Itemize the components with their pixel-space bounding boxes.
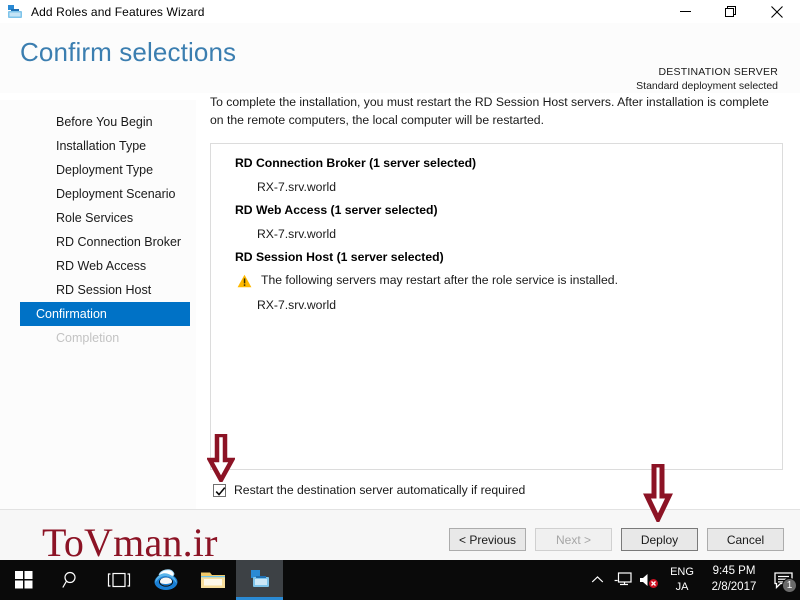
deploy-button[interactable]: Deploy (621, 528, 698, 551)
system-tray: ENG JA 9:45 PM 2/8/2017 1 (584, 560, 800, 600)
windows-taskbar: ENG JA 9:45 PM 2/8/2017 1 (0, 560, 800, 600)
clock-time: 9:45 PM (712, 565, 756, 578)
sidebar-item-completion: Completion (56, 331, 120, 345)
warning-text: The following servers may restart after … (261, 273, 618, 287)
restore-icon[interactable] (708, 0, 754, 23)
clock-date: 2/8/2017 (711, 581, 757, 593)
language-line-2: JA (675, 581, 689, 593)
taskbar-items (0, 560, 283, 600)
file-explorer-button[interactable] (189, 560, 236, 600)
next-button: Next > (535, 528, 612, 551)
destination-server-info: DESTINATION SERVER Standard deployment s… (636, 65, 778, 93)
cancel-button[interactable]: Cancel (707, 528, 784, 551)
sidebar-item-role-services[interactable]: Role Services (20, 206, 190, 230)
group-heading-rd-session-host: RD Session Host (1 server selected) (235, 250, 444, 264)
window-controls (662, 0, 800, 23)
watermark: ToVman.ir (42, 520, 218, 565)
wizard-header: Confirm selections DESTINATION SERVER St… (0, 23, 800, 93)
restart-checkbox-row[interactable]: Restart the destination server automatic… (213, 483, 525, 497)
destination-server-value: Standard deployment selected (636, 80, 778, 93)
restart-checkbox-label: Restart the destination server automatic… (234, 483, 526, 497)
volume-muted-icon[interactable] (636, 560, 662, 600)
window-title: Add Roles and Features Wizard (31, 4, 205, 19)
sidebar-item-rd-connection-broker[interactable]: RD Connection Broker (20, 230, 190, 254)
notification-center-button[interactable]: 1 (766, 560, 800, 600)
destination-server-label: DESTINATION SERVER (658, 66, 778, 78)
server-name: RX-7.srv.world (257, 180, 337, 194)
annotation-arrow-to-deploy-button (643, 462, 673, 527)
selection-summary-box: RD Connection Broker (1 server selected)… (210, 143, 783, 470)
annotation-arrow-to-checkbox (206, 432, 236, 487)
footer-button-row: < Previous Next > Deploy Cancel (449, 528, 784, 551)
add-roles-and-features-wizard-window: Add Roles and Features Wizard Confirm se… (0, 0, 800, 560)
close-icon[interactable] (754, 0, 800, 23)
sidebar-item-rd-session-host[interactable]: RD Session Host (20, 278, 190, 302)
sidebar-item-confirmation[interactable]: Confirmation (20, 302, 190, 326)
restart-warning: The following servers may restart after … (237, 273, 782, 288)
wizard-step-nav: Before You Begin Installation Type Deplo… (0, 100, 196, 510)
clock[interactable]: 9:45 PM 2/8/2017 (702, 564, 766, 595)
server-manager-button[interactable] (236, 560, 283, 600)
group-heading-rd-connection-broker: RD Connection Broker (1 server selected) (235, 156, 477, 170)
screen: Add Roles and Features Wizard Confirm se… (0, 0, 800, 600)
notification-count-badge: 1 (782, 578, 797, 593)
previous-button[interactable]: < Previous (449, 528, 526, 551)
server-name: RX-7.srv.world (257, 298, 337, 312)
warning-triangle-icon (237, 274, 252, 288)
group-heading-rd-web-access: RD Web Access (1 server selected) (235, 203, 438, 217)
sidebar-item-rd-web-access[interactable]: RD Web Access (20, 254, 190, 278)
network-icon[interactable] (610, 560, 636, 600)
window-titlebar[interactable]: Add Roles and Features Wizard (0, 0, 800, 23)
internet-explorer-button[interactable] (142, 560, 189, 600)
sidebar-item-installation-type[interactable]: Installation Type (20, 134, 190, 158)
start-button[interactable] (0, 560, 48, 600)
sidebar-item-deployment-type[interactable]: Deployment Type (20, 158, 190, 182)
search-button[interactable] (48, 560, 95, 600)
language-indicator[interactable]: ENG JA (662, 565, 702, 595)
chevron-up-icon[interactable] (584, 560, 610, 600)
server-manager-toolbox-icon (7, 4, 23, 20)
sidebar-item-before-you-begin[interactable]: Before You Begin (20, 110, 190, 134)
main-content: To complete the installation, you must r… (210, 94, 785, 129)
page-title: Confirm selections (20, 37, 237, 67)
instruction-text: To complete the installation, you must r… (210, 95, 769, 127)
server-name: RX-7.srv.world (257, 227, 337, 241)
sidebar-item-deployment-scenario[interactable]: Deployment Scenario (20, 182, 190, 206)
minimize-icon[interactable] (662, 0, 708, 23)
task-view-button[interactable] (95, 560, 142, 600)
language-line-1: ENG (670, 566, 694, 579)
